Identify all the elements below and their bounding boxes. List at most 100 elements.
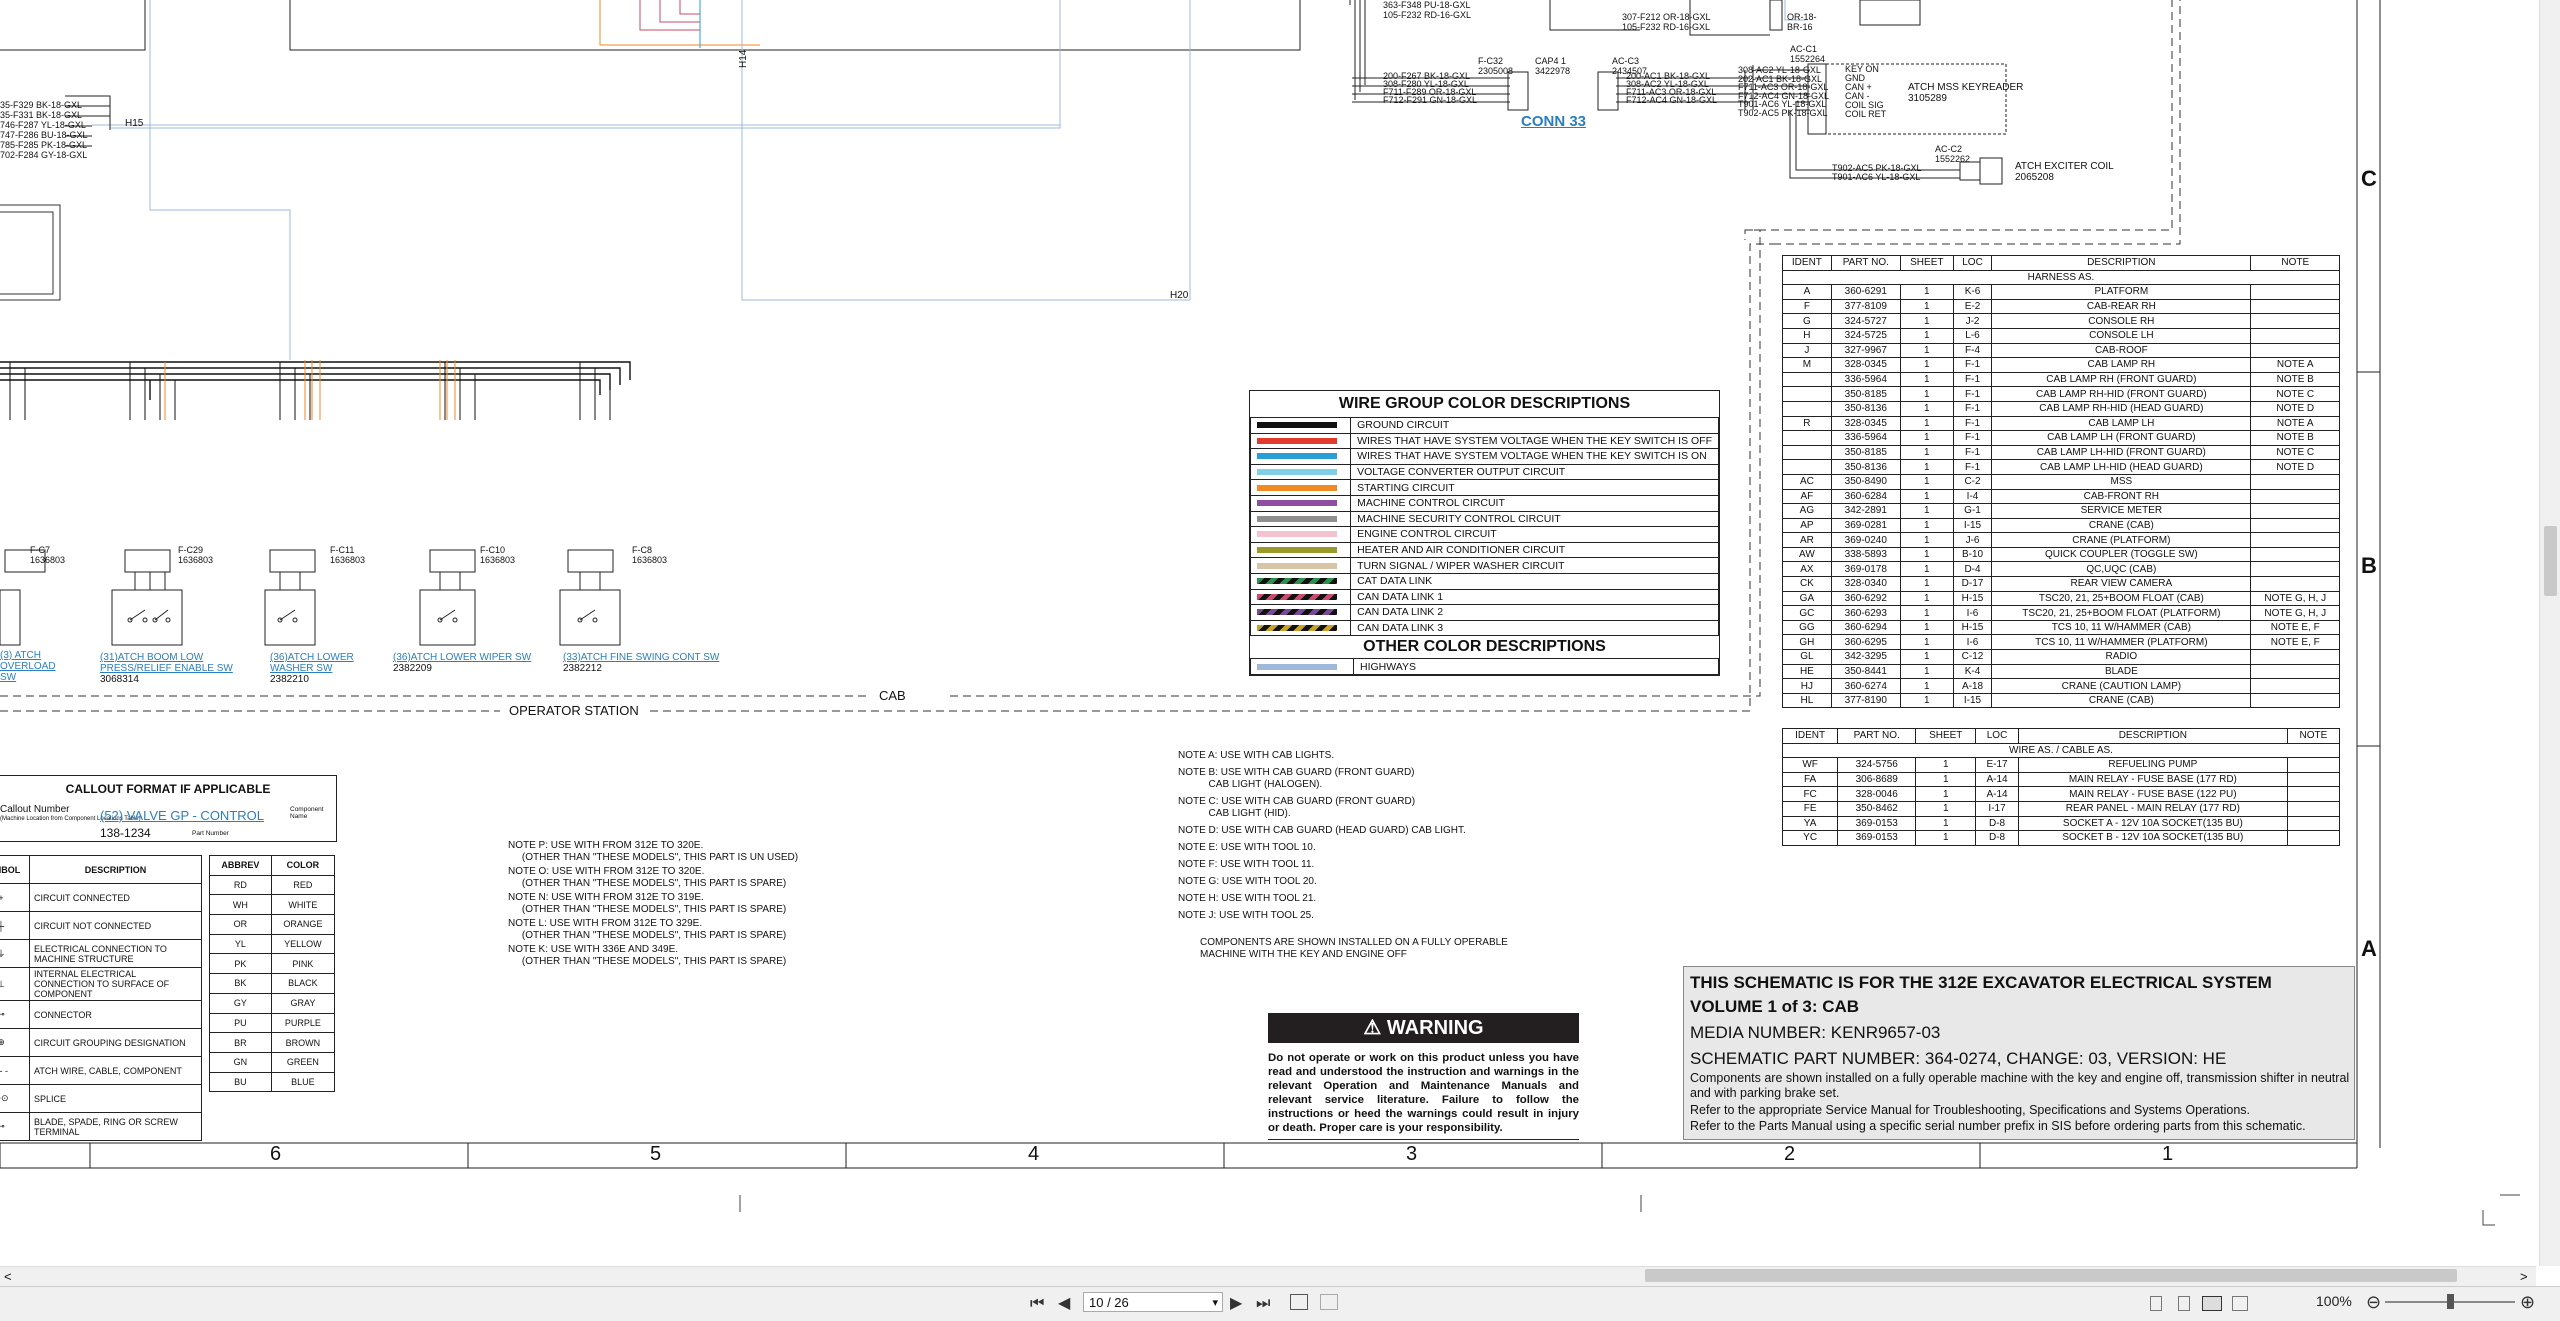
- cap-part: 3422978: [1535, 66, 1571, 76]
- abbrev-color: BLACK: [270, 973, 336, 994]
- table-row: GH 360-6295 1 I-6 TCS 10, 11 W/HAMMER (PLATF…: [1782, 634, 2340, 651]
- table-cell: SOCKET B - 12V 10A SOCKET(135 BU): [2017, 830, 2288, 846]
- link-atch-boom-low-press[interactable]: (31)ATCH BOOM LOW PRESS/RELIEF ENABLE SW: [100, 652, 240, 674]
- pin-label: COIL RET: [1845, 109, 1887, 119]
- callout-format-box: CALLOUT FORMAT IF APPLICABLE Callout Num…: [0, 775, 337, 842]
- table-cell: [1782, 386, 1832, 402]
- prev-page-button[interactable]: ◀: [1058, 1295, 1070, 1313]
- table-cell: 350-8136: [1830, 400, 1901, 417]
- table-cell: F-1: [1952, 430, 1993, 446]
- col-header: PART NO.: [1837, 728, 1917, 744]
- link-atch-lower-wiper-sw[interactable]: (36)ATCH LOWER WIPER SW: [393, 652, 531, 663]
- table-row: 350-8185 1 F-1 CAB LAMP RH-HID (FRONT GUARD…: [1782, 386, 2340, 402]
- table-cell: NOTE C: [2250, 444, 2340, 461]
- table-cell: 360-6293: [1830, 605, 1901, 621]
- link-atch-overload-sw[interactable]: (3) ATCH OVERLOAD SW: [0, 650, 60, 683]
- wire-group-row: HEATER AND AIR CONDITIONER CIRCUIT: [1249, 541, 1719, 559]
- swatch-cell: [1250, 658, 1354, 675]
- swatch-cell: [1249, 432, 1352, 450]
- page-number-input[interactable]: 10 / 26 ▾: [1083, 1292, 1223, 1312]
- grid-col-3: 3: [1406, 1143, 1418, 1165]
- next-page-button[interactable]: ▶: [1230, 1295, 1242, 1313]
- table-cell: [2250, 576, 2340, 592]
- table-cell: 324-5727: [1830, 313, 1901, 329]
- table-row: WF 324-5756 1 E-17 REFUELING PUMP: [1781, 757, 2341, 773]
- link-atch-lower-washer-sw[interactable]: (36)ATCH LOWER WASHER SW: [270, 652, 370, 674]
- table-cell: H: [1782, 327, 1832, 344]
- zoom-level[interactable]: 100%: [2316, 1293, 2352, 1309]
- wire-label: F712-F291 GN-18-GXL: [1383, 95, 1478, 105]
- table-cell: F-1: [1952, 357, 1993, 373]
- wire-label: 785-F285 PK-18-GXL: [0, 140, 88, 150]
- keyreader-wires: 308-AC2 YL-18-GXL 202-AC1 BK-18-GXL F711…: [1738, 66, 1829, 117]
- table-row: GA 360-6292 1 H-15 TSC20, 21, 25+BOOM FLOAT …: [1782, 590, 2340, 607]
- horizontal-scroll-thumb[interactable]: [1645, 1269, 2457, 1282]
- last-page-button[interactable]: ⏭: [1256, 1295, 1270, 1313]
- symbol-glyph-icon: ⊕: [0, 1028, 30, 1057]
- single-page-icon[interactable]: [2150, 1296, 2162, 1311]
- operator-station-label: OPERATOR STATION: [505, 703, 643, 718]
- top-wire-labels-3: OR-18- BR-16: [1787, 12, 1817, 32]
- component-part: 2382209: [393, 663, 432, 674]
- connector-id: F-C32: [1478, 56, 1504, 66]
- table-cell: A: [1782, 284, 1832, 300]
- table-cell: NOTE C: [2250, 386, 2340, 402]
- table-cell: 1: [1899, 284, 1954, 300]
- table-cell: 328-0340: [1830, 576, 1901, 592]
- fit-width-icon[interactable]: [1320, 1294, 1338, 1310]
- table-cell: 369-0240: [1830, 532, 1901, 548]
- color-swatch: [1257, 484, 1337, 491]
- table-row: AX 369-0178 1 D-4 QC,UQC (CAB): [1782, 561, 2340, 578]
- fit-page-icon[interactable]: [1290, 1294, 1308, 1310]
- table-cell: 1: [1899, 532, 1954, 548]
- link-atch-fine-swing-cont-sw[interactable]: (33)ATCH FINE SWING CONT SW: [563, 652, 719, 663]
- col-header: PART NO.: [1830, 255, 1901, 271]
- table-cell: AX: [1782, 561, 1832, 578]
- wire-group-row: TURN SIGNAL / WIPER WASHER CIRCUIT: [1249, 557, 1719, 574]
- two-page-icon[interactable]: [2202, 1296, 2222, 1311]
- continuous-page-icon[interactable]: [2178, 1296, 2190, 1311]
- zoom-in-button[interactable]: ⊕: [2520, 1293, 2535, 1311]
- table-cell: B-10: [1952, 546, 1993, 563]
- table-cell: NOTE D: [2250, 400, 2340, 417]
- symbol-row: ⊙⊙SPLICE: [0, 1084, 202, 1113]
- wire-group-label: CAT DATA LINK: [1350, 572, 1719, 590]
- conn33-left-wires: 200-F267 BK-18-GXL 308-F280 YL-18-GXL F7…: [1383, 72, 1478, 105]
- harness-table-header: IDENT PART NO. SHEET LOC DESCRIPTION NOTE: [1782, 255, 2340, 271]
- swatch-cell: [1249, 541, 1352, 559]
- table-row: R 328-0345 1 F-1 CAB LAMP LH NOTE A: [1782, 415, 2340, 432]
- color-swatch: [1257, 453, 1337, 460]
- table-row: J 327-9967 1 F-4 CAB-ROOF: [1782, 342, 2340, 359]
- connector-id: F-C10: [480, 545, 506, 555]
- warning-text: Do not operate or work on this product u…: [1268, 1052, 1579, 1134]
- connector-id: F-C7: [30, 545, 50, 555]
- first-page-button[interactable]: ⏮: [1030, 1295, 1044, 1313]
- table-cell: TCS 10, 11 W/HAMMER (PLATFORM): [1991, 634, 2252, 651]
- table-cell: QUICK COUPLER (TOGGLE SW): [1991, 546, 2252, 563]
- color-swatch: [1257, 609, 1337, 616]
- callout-example-link[interactable]: (52) VALVE GP - CONTROL: [100, 808, 264, 823]
- wire-group-row: CAT DATA LINK: [1249, 572, 1719, 590]
- table-cell: 1: [1899, 430, 1954, 446]
- zoom-slider-knob[interactable]: [2447, 1294, 2454, 1309]
- vertical-scrollbar[interactable]: [2539, 0, 2560, 1266]
- table-row: A 360-6291 1 K-6 PLATFORM: [1782, 284, 2340, 300]
- vertical-scroll-thumb[interactable]: [2544, 526, 2557, 596]
- table-cell: D-8: [1975, 830, 2019, 846]
- table-cell: C-2: [1952, 473, 1993, 490]
- swatch-cell: [1249, 572, 1352, 590]
- conn33-link[interactable]: CONN 33: [1521, 113, 1586, 130]
- table-cell: CAB LAMP RH-HID (FRONT GUARD): [1991, 386, 2252, 402]
- table-cell: MAIN RELAY - FUSE BASE (122 PU): [2017, 786, 2288, 802]
- table-row: HJ 360-6274 1 A-18 CRANE (CAUTION LAMP): [1782, 678, 2340, 694]
- scroll-right-arrow[interactable]: >: [2520, 1269, 2528, 1284]
- scroll-left-arrow[interactable]: <: [4, 1269, 12, 1284]
- model-note: NOTE N: USE WITH FROM 312E TO 319E. (OTH…: [508, 892, 787, 915]
- table-cell: CAB LAMP RH: [1991, 357, 2252, 373]
- page-dropdown-icon[interactable]: ▾: [1212, 1293, 1218, 1313]
- table-cell: 350-8185: [1830, 444, 1901, 461]
- table-cell: 1: [1899, 327, 1954, 344]
- table-cell: GG: [1782, 619, 1832, 636]
- continuous-two-page-icon[interactable]: [2232, 1296, 2248, 1311]
- zoom-out-button[interactable]: ⊖: [2366, 1293, 2381, 1311]
